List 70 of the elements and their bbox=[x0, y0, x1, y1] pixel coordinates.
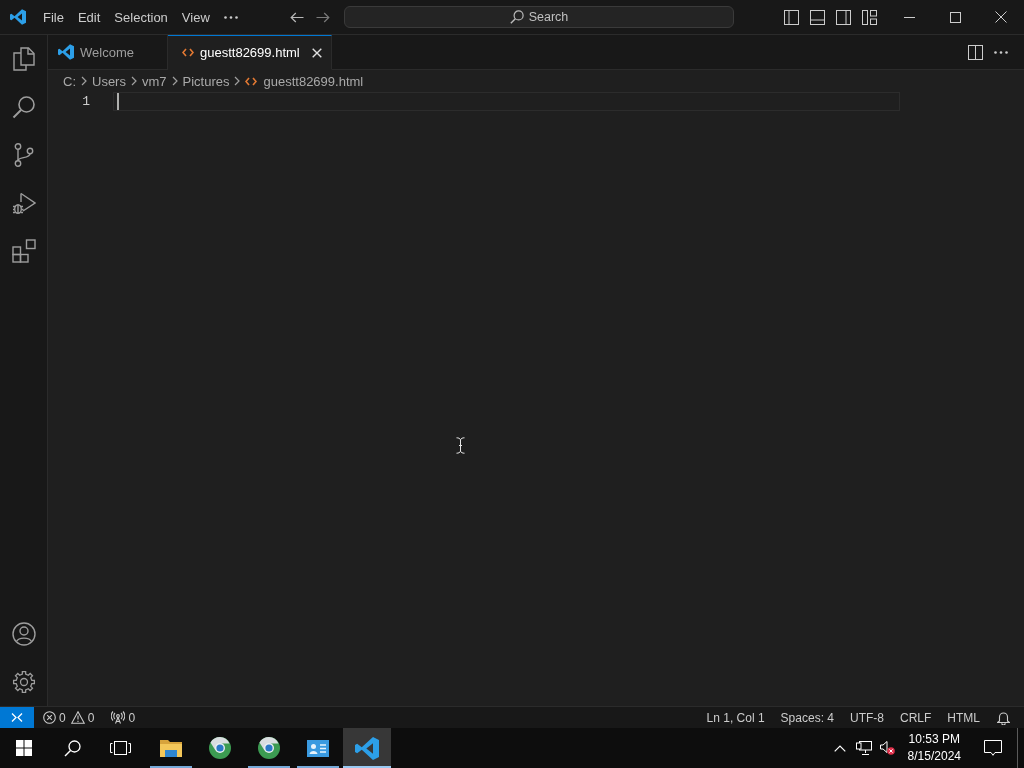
breadcrumb-item[interactable]: Pictures bbox=[182, 73, 230, 89]
contact-card-icon bbox=[307, 739, 329, 757]
search-icon bbox=[509, 10, 524, 24]
more-icon bbox=[223, 15, 238, 19]
arrow-left-icon bbox=[290, 11, 304, 23]
menu-item[interactable]: File bbox=[36, 5, 71, 29]
error-icon bbox=[43, 711, 56, 724]
chevron-up-icon bbox=[833, 744, 846, 752]
volume-muted-icon bbox=[880, 741, 896, 755]
breadcrumb-item[interactable]: vm7 bbox=[141, 73, 167, 89]
play-bug-icon bbox=[11, 191, 36, 215]
menu-item[interactable]: Selection bbox=[107, 5, 175, 29]
taskbar-app-button[interactable] bbox=[343, 728, 391, 768]
panel-right-icon bbox=[835, 9, 851, 25]
editor-tab[interactable]: guestt82699.html bbox=[168, 35, 332, 70]
branch-icon bbox=[13, 143, 34, 167]
panel-left-icon bbox=[783, 9, 799, 25]
text-caret bbox=[117, 93, 119, 110]
layout-icon bbox=[861, 9, 877, 25]
ports-button[interactable]: 0 bbox=[105, 707, 144, 728]
minimize-icon bbox=[903, 16, 915, 18]
app-logo-icon bbox=[10, 9, 26, 25]
close-icon bbox=[995, 11, 1007, 23]
files-icon bbox=[12, 47, 35, 71]
status-item[interactable]: UTF-8 bbox=[842, 707, 892, 728]
status-item[interactable]: Ln 1, Col 1 bbox=[698, 707, 773, 728]
windows-logo-icon bbox=[16, 740, 32, 756]
clock-button[interactable]: 10:53 PM 8/15/2024 bbox=[899, 728, 969, 768]
remote-icon bbox=[11, 712, 23, 723]
status-item[interactable]: Spaces: 4 bbox=[772, 707, 842, 728]
chevron-right-icon bbox=[234, 76, 241, 86]
close-icon[interactable] bbox=[311, 47, 322, 58]
maximize-icon bbox=[949, 11, 961, 23]
chevron-right-icon bbox=[81, 76, 87, 86]
notification-icon bbox=[984, 740, 1002, 756]
bell-icon bbox=[996, 710, 1010, 725]
status-item[interactable]: CRLF bbox=[892, 707, 940, 728]
breadcrumb-item[interactable]: guestt82699.html bbox=[245, 73, 364, 89]
globe-icon bbox=[209, 737, 231, 759]
menu-item[interactable]: Edit bbox=[70, 5, 108, 29]
search-icon bbox=[63, 739, 81, 757]
remote-button[interactable] bbox=[0, 707, 34, 728]
code-brackets-icon bbox=[245, 76, 258, 86]
status-item[interactable]: HTML bbox=[939, 707, 988, 728]
code-brackets-icon bbox=[182, 48, 194, 57]
search-icon bbox=[11, 95, 36, 119]
breadcrumb-item[interactable]: C: bbox=[63, 73, 76, 89]
search-field[interactable]: Search bbox=[344, 6, 734, 28]
blocks-icon bbox=[11, 239, 36, 263]
more-icon bbox=[994, 51, 1008, 54]
warning-icon bbox=[70, 711, 85, 724]
app-logo-icon bbox=[58, 44, 74, 60]
folder-icon bbox=[160, 739, 182, 757]
breadcrumb-item[interactable]: Users bbox=[92, 73, 126, 89]
network-icon bbox=[855, 741, 872, 755]
split-panel-icon bbox=[967, 45, 983, 60]
gear-icon bbox=[11, 670, 36, 694]
problems-button[interactable]: 0 0 bbox=[37, 707, 103, 728]
broadcast-icon bbox=[111, 711, 126, 724]
chevron-right-icon bbox=[171, 76, 178, 86]
account-icon bbox=[11, 622, 36, 646]
task-view-icon bbox=[109, 741, 131, 755]
line-number: 1 bbox=[81, 93, 90, 111]
menu-item[interactable]: View bbox=[174, 5, 217, 29]
chevron-right-icon bbox=[130, 76, 137, 86]
text-cursor-icon bbox=[456, 437, 465, 454]
panel-bottom-icon bbox=[809, 9, 825, 25]
app-logo-icon bbox=[355, 736, 379, 760]
arrow-right-icon bbox=[316, 11, 330, 23]
globe-icon bbox=[258, 737, 280, 759]
